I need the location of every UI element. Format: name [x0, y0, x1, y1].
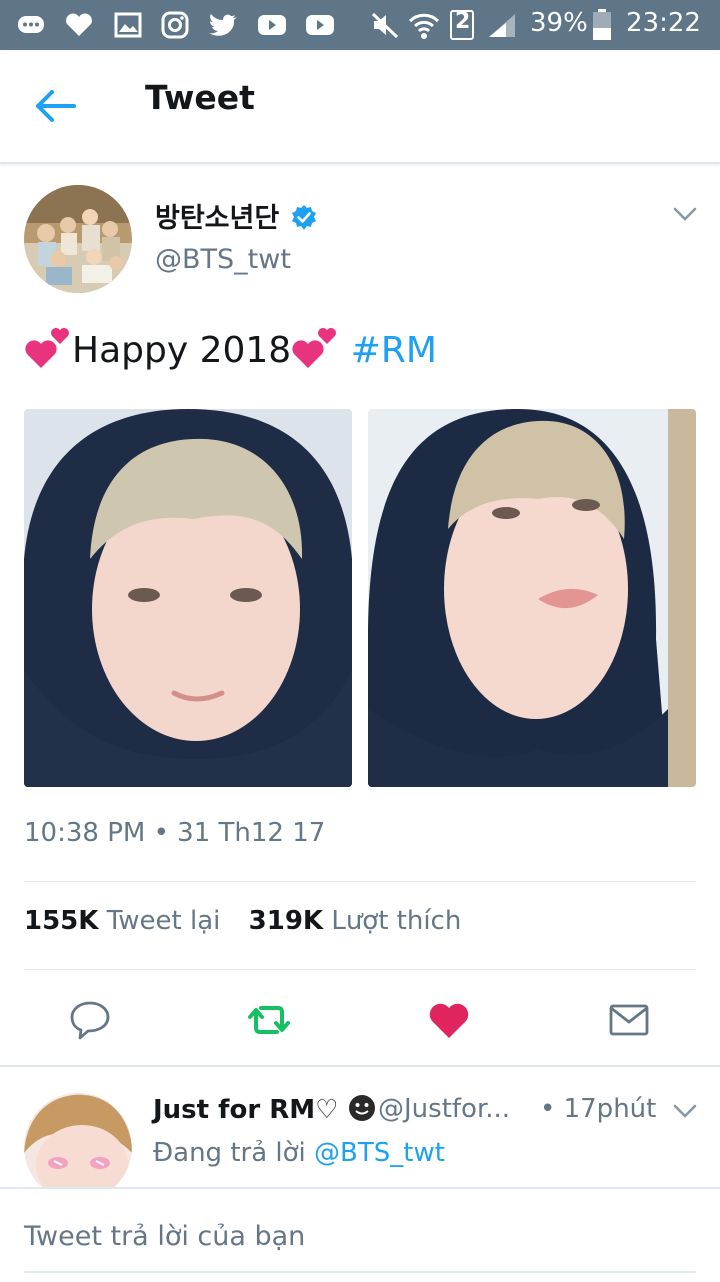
input-underline [24, 1271, 696, 1273]
messenger-icon [18, 16, 44, 33]
reply-author-handle[interactable]: @Justfor... [378, 1094, 510, 1124]
replying-to-label: Đang trả lời [153, 1138, 306, 1168]
reply-author-name[interactable]: Just for RM♡ [153, 1093, 377, 1125]
tweet-body: Happy 2018 [72, 330, 292, 371]
two-hearts-emoji-icon [292, 328, 337, 368]
like-label[interactable]: Lượt thích [331, 906, 461, 936]
twitter-icon [209, 14, 237, 36]
retweet-count[interactable]: 155K [24, 906, 98, 936]
back-arrow-icon[interactable] [34, 88, 78, 124]
chevron-down-icon[interactable] [672, 205, 698, 223]
clock: 23:22 [626, 8, 701, 38]
tweet-text: Happy 2018 #RM [24, 326, 437, 376]
direct-message-icon[interactable] [607, 998, 651, 1042]
verified-badge-icon [292, 205, 316, 230]
retweet-label[interactable]: Tweet lại [107, 906, 221, 936]
wifi-icon [408, 13, 440, 39]
reply-input[interactable]: Tweet trả lời của bạn [24, 1221, 305, 1252]
battery-percent: 39% [530, 8, 588, 38]
author-handle[interactable]: @BTS_twt [155, 244, 291, 275]
divider [24, 969, 696, 970]
hashtag-link[interactable]: #RM [351, 330, 437, 371]
youtube-icon [258, 15, 286, 35]
section-divider [0, 1065, 720, 1067]
replying-to-handle[interactable]: @BTS_twt [314, 1138, 445, 1168]
instagram-icon [161, 11, 189, 39]
author-avatar[interactable] [24, 185, 132, 293]
app-bar: Tweet [0, 50, 720, 164]
reply-compose-bar[interactable]: Tweet trả lời của bạn [0, 1187, 720, 1282]
like-count[interactable]: 319K [249, 906, 323, 936]
heart-notification-icon [66, 13, 92, 36]
tweet-photo-1[interactable] [24, 409, 352, 787]
replying-to: Đang trả lời @BTS_twt [153, 1138, 445, 1168]
author-name[interactable]: 방탄소년단 [155, 196, 279, 235]
like-heart-icon[interactable] [427, 998, 471, 1042]
tweet-timestamp: 10:38 PM • 31 Th12 17 [24, 818, 326, 848]
sim-number: 2 [455, 9, 471, 34]
reply-time: • 17phút [540, 1094, 657, 1124]
reply-avatar[interactable] [24, 1093, 132, 1201]
youtube-icon-2 [306, 15, 334, 35]
reply-display-name: Just for RM♡ [153, 1095, 339, 1125]
status-bar: 2 39% 23:22 [0, 0, 720, 50]
retweet-icon[interactable] [247, 998, 291, 1042]
tweet-stats: 155K Tweet lại 319K Lượt thích [24, 906, 481, 936]
tweet-photo-2[interactable] [368, 409, 696, 787]
mute-icon [371, 12, 399, 39]
reply-icon[interactable] [68, 998, 112, 1042]
reply-chevron-down-icon[interactable] [672, 1102, 698, 1120]
gallery-icon [114, 12, 142, 38]
smiley-emoji-icon [349, 1095, 376, 1121]
two-hearts-emoji-icon [25, 328, 69, 368]
page-title: Tweet [145, 78, 255, 117]
signal-icon [489, 14, 515, 37]
battery-icon [593, 9, 611, 40]
divider [24, 881, 696, 882]
